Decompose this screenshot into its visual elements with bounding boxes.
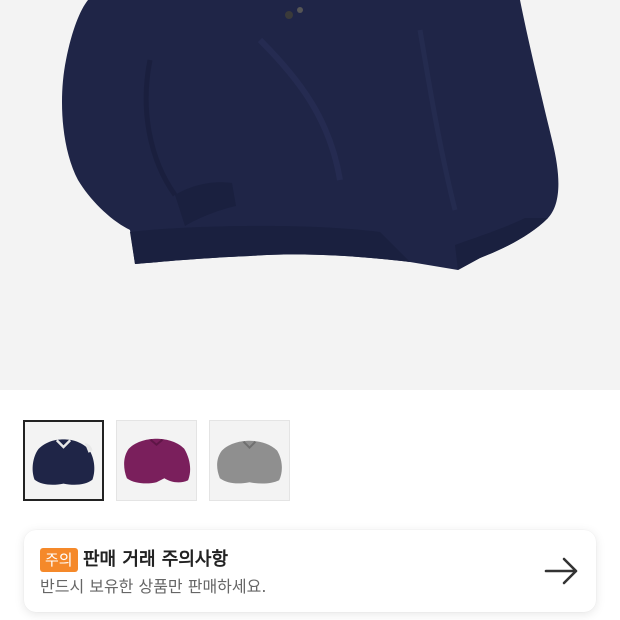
navy-sweater-thumb	[32, 439, 95, 485]
thumbnail-purple[interactable]	[116, 420, 197, 501]
notice-badge: 주의	[40, 548, 78, 572]
arrow-right-icon[interactable]	[542, 554, 582, 588]
thumbnail-navy[interactable]	[23, 420, 104, 501]
sales-notice-card[interactable]: 주의 판매 거래 주의사항 반드시 보유한 상품만 판매하세요.	[24, 530, 596, 612]
notice-subtitle: 반드시 보유한 상품만 판매하세요.	[40, 577, 267, 596]
thumbnail-gray[interactable]	[209, 420, 290, 501]
purple-sweater-thumb	[124, 438, 191, 484]
gray-sweater-thumb	[217, 440, 282, 484]
product-main-image[interactable]	[0, 0, 620, 390]
thumbnail-strip	[23, 420, 290, 501]
navy-sweater-image	[62, 0, 559, 270]
product-page: 주의 판매 거래 주의사항 반드시 보유한 상품만 판매하세요.	[0, 0, 620, 620]
notice-title: 판매 거래 주의사항	[83, 549, 229, 570]
